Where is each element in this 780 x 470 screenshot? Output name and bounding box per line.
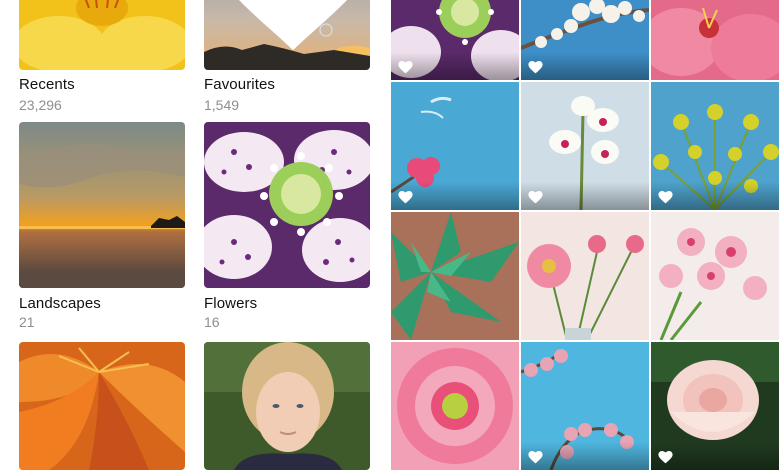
album-thumbnail[interactable]: [19, 0, 185, 70]
heart-icon: [528, 61, 543, 74]
album-thumbnail[interactable]: [19, 122, 185, 288]
heart-icon: [528, 191, 543, 204]
album-thumbnail[interactable]: [19, 342, 185, 470]
album-title: Landscapes: [19, 295, 101, 312]
heart-icon: [658, 191, 673, 204]
grid-photo[interactable]: [651, 212, 779, 340]
grid-photo[interactable]: [521, 82, 649, 210]
grid-photo[interactable]: [651, 342, 779, 470]
photo-grid: [391, 0, 780, 470]
album-portrait[interactable]: [204, 342, 370, 470]
grid-photo[interactable]: [391, 212, 519, 340]
heart-icon: [398, 61, 413, 74]
album-count: 21: [19, 314, 35, 330]
album-count: 16: [204, 314, 220, 330]
album-lily[interactable]: [19, 342, 185, 470]
grid-photo[interactable]: [521, 212, 649, 340]
grid-photo[interactable]: [391, 0, 519, 80]
grid-photo[interactable]: [651, 0, 779, 80]
grid-photo[interactable]: [521, 342, 649, 470]
album-flowers[interactable]: Flowers 16: [204, 122, 370, 332]
album-favourites[interactable]: Favourites 1,549: [204, 0, 370, 120]
album-title: Favourites: [204, 76, 276, 93]
album-title: Flowers: [204, 295, 258, 312]
album-thumbnail[interactable]: [204, 122, 370, 288]
album-count: 23,296: [19, 97, 62, 113]
album-count: 1,549: [204, 97, 240, 113]
albums-panel: Recents 23,296 Favourites 1,549 Landscap…: [0, 0, 390, 470]
album-thumbnail[interactable]: [204, 0, 370, 70]
album-thumbnail[interactable]: [204, 342, 370, 470]
heart-icon: [528, 451, 543, 464]
grid-photo[interactable]: [391, 342, 519, 470]
grid-photo[interactable]: [391, 82, 519, 210]
heart-icon: [398, 191, 413, 204]
album-recents[interactable]: Recents 23,296: [19, 0, 185, 120]
album-landscapes[interactable]: Landscapes 21: [19, 122, 185, 332]
grid-photo[interactable]: [651, 82, 779, 210]
heart-icon: [239, 0, 347, 51]
grid-photo[interactable]: [521, 0, 649, 80]
heart-icon: [658, 451, 673, 464]
album-title: Recents: [19, 76, 75, 93]
